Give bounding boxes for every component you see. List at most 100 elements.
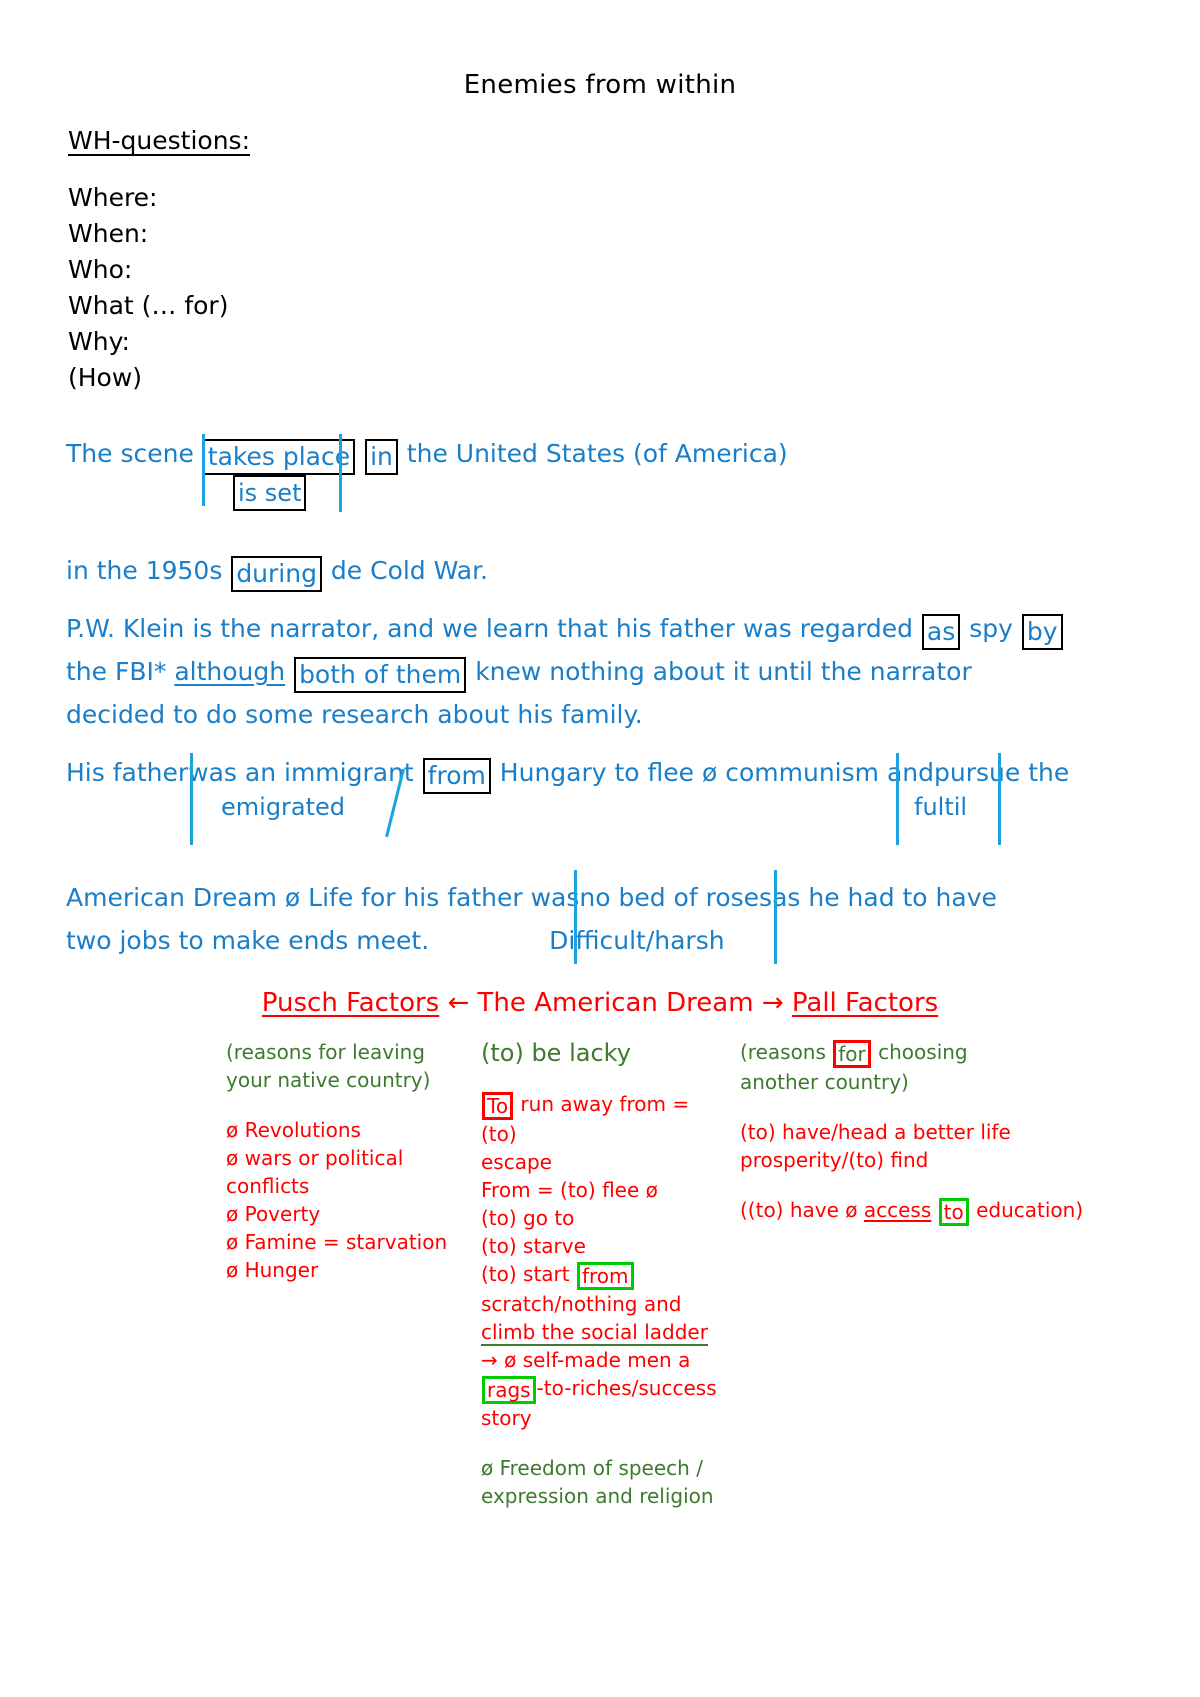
push-bullet: ø Hunger xyxy=(226,1258,319,1282)
summary-paragraph-2: in the 1950s during de Cold War. xyxy=(66,549,1126,592)
text-knew-nothing: knew nothing about it until the narrator xyxy=(467,657,972,686)
middle-line-5: (to) starve xyxy=(481,1234,586,1258)
summary-body: The scene takes place in the United Stat… xyxy=(66,432,1126,977)
summary-line-4: the FBI* although both of them knew noth… xyxy=(66,650,1126,693)
text-was-immigrant: was an immigrant xyxy=(188,758,422,787)
push-bullet: conflicts xyxy=(226,1174,310,1198)
push-bullet: ø wars or political xyxy=(226,1146,404,1170)
left-arrow-icon: ← xyxy=(447,988,470,1018)
factors-section: Pusch Factors ← The American Dream → Pal… xyxy=(0,988,1200,1558)
pull-line-1: (to) have/head a better life xyxy=(740,1120,1011,1144)
underline-access: access xyxy=(863,1198,932,1222)
wh-item-why: Why: xyxy=(68,327,130,356)
american-dream-column: (to) be lacky To run away from = (to) es… xyxy=(481,1038,731,1510)
text-the-scene: The scene xyxy=(66,439,202,468)
wh-item-what: What (… for) xyxy=(68,291,229,320)
wh-questions-list: Where: When: Who: What (… for) Why: (How… xyxy=(68,180,228,396)
text-in-the-1950s: in the 1950s xyxy=(66,556,231,585)
wh-item-when: When: xyxy=(68,219,149,248)
box-from: from xyxy=(422,758,491,794)
wh-questions-heading: WH-questions: xyxy=(68,126,250,155)
middle-line-1: To run away from = (to) xyxy=(481,1092,696,1146)
wh-item-who: Who: xyxy=(68,255,133,284)
delimiter-stroke xyxy=(202,434,205,506)
box-to: To xyxy=(482,1092,514,1120)
correction-fultil: fultil xyxy=(914,793,968,821)
middle-line-3: From = (to) flee ø xyxy=(481,1178,658,1202)
pull-factors-label: Pall Factors xyxy=(791,988,939,1018)
factors-header: Pusch Factors ← The American Dream → Pal… xyxy=(0,988,1200,1018)
summary-line-6: His fatherwas an immigrant from Hungary … xyxy=(66,751,1126,794)
box-in: in xyxy=(365,439,398,475)
text-the-fbi: the FBI* xyxy=(66,657,175,686)
pull-line-3: ((to) have ø access to education) xyxy=(740,1198,1084,1226)
pull-subtitle-line-2: another country) xyxy=(740,1070,909,1094)
delimiter-stroke xyxy=(774,870,777,964)
summary-paragraph-5: American Dream ø Life for his father was… xyxy=(66,870,1126,964)
box-from-green: from xyxy=(576,1262,634,1290)
pull-factors-column: (reasons for choosing another country) (… xyxy=(740,1038,1085,1226)
summary-line-1: The scene takes place in the United Stat… xyxy=(66,432,1126,475)
middle-line-7: scratch/nothing and xyxy=(481,1292,682,1316)
box-to-green: to xyxy=(938,1198,969,1226)
delimiter-stroke xyxy=(998,753,1001,845)
middle-line-11: story xyxy=(481,1406,532,1430)
summary-line-2: in the 1950s during de Cold War. xyxy=(66,549,1126,592)
text-spy: spy xyxy=(961,614,1021,643)
text-american-dream: American Dream ø Life for his father was xyxy=(66,883,580,912)
box-for: for xyxy=(833,1040,871,1068)
box-during: during xyxy=(231,556,322,592)
middle-title: (to) be lacky xyxy=(481,1039,631,1067)
wh-item-how: (How) xyxy=(68,363,143,392)
delimiter-stroke xyxy=(896,753,899,845)
text-the: the xyxy=(1020,758,1070,787)
text-hungary-flee: Hungary to flee ø communism and xyxy=(491,758,934,787)
wh-item-where: Where: xyxy=(68,183,158,212)
push-bullet: ø Revolutions xyxy=(226,1118,361,1142)
underline-although: although xyxy=(174,657,286,686)
delimiter-stroke xyxy=(190,753,193,845)
factors-columns: (reasons for leaving your native country… xyxy=(0,1038,1200,1558)
text-as-he-had: as he had to have xyxy=(772,883,997,912)
delimiter-stroke xyxy=(574,870,577,964)
middle-line-6: (to) start from xyxy=(481,1260,731,1290)
underline-climb-ladder: climb the social ladder xyxy=(481,1320,708,1346)
document-page: Enemies from within WH-questions: Where:… xyxy=(0,0,1200,1697)
push-subtitle: (reasons for leaving your native country… xyxy=(226,1040,431,1092)
middle-line-9: → ø self-made men a xyxy=(481,1348,691,1372)
text-his-father: His father xyxy=(66,758,189,787)
box-by: by xyxy=(1021,614,1063,650)
middle-green-note: ø Freedom of speech / expression and rel… xyxy=(481,1456,714,1508)
pull-line-2: prosperity/(to) find xyxy=(740,1148,929,1172)
text-no-bed-of-roses: no bed of roses xyxy=(579,883,773,912)
box-rags: rags xyxy=(482,1376,536,1404)
push-factors-label: Pusch Factors xyxy=(261,988,440,1018)
middle-line-8: climb the social ladder xyxy=(481,1318,731,1346)
box-as: as xyxy=(921,614,961,650)
text-cold-war: de Cold War. xyxy=(322,556,488,585)
summary-paragraph-3: P.W. Klein is the narrator, and we learn… xyxy=(66,607,1126,736)
american-dream-label: The American Dream xyxy=(477,988,754,1018)
text-two-jobs: two jobs to make ends meet. xyxy=(66,926,430,955)
push-bullet: ø Famine = starvation xyxy=(226,1230,448,1254)
summary-paragraph-4: His fatherwas an immigrant from Hungary … xyxy=(66,751,1126,861)
middle-line-10: rags -to-riches/success xyxy=(481,1374,731,1404)
push-bullet: ø Poverty xyxy=(226,1202,321,1226)
page-title: Enemies from within xyxy=(463,70,737,100)
correction-is-set: is set xyxy=(232,475,307,511)
pull-subtitle-line-1: (reasons for choosing xyxy=(740,1040,968,1068)
right-arrow-icon: → xyxy=(761,988,784,1018)
summary-line-8: two jobs to make ends meet. Difficult/har… xyxy=(66,919,1126,962)
push-factors-column: (reasons for leaving your native country… xyxy=(226,1038,476,1284)
text-narrator: P.W. Klein is the narrator, and we learn… xyxy=(66,614,921,643)
summary-line-3: P.W. Klein is the narrator, and we learn… xyxy=(66,607,1126,650)
summary-line-5: decided to do some research about his fa… xyxy=(66,700,643,729)
summary-line-7: American Dream ø Life for his father was… xyxy=(66,876,1126,919)
text-united-states: the United States (of America) xyxy=(398,439,788,468)
text-pursue: pursue xyxy=(934,758,1021,787)
box-both-of-them: both of them xyxy=(294,657,467,693)
delimiter-stroke xyxy=(339,434,342,512)
correction-emigrated: emigrated xyxy=(221,793,346,821)
middle-line-2: escape xyxy=(481,1150,552,1174)
summary-paragraph-1: The scene takes place in the United Stat… xyxy=(66,432,1126,542)
